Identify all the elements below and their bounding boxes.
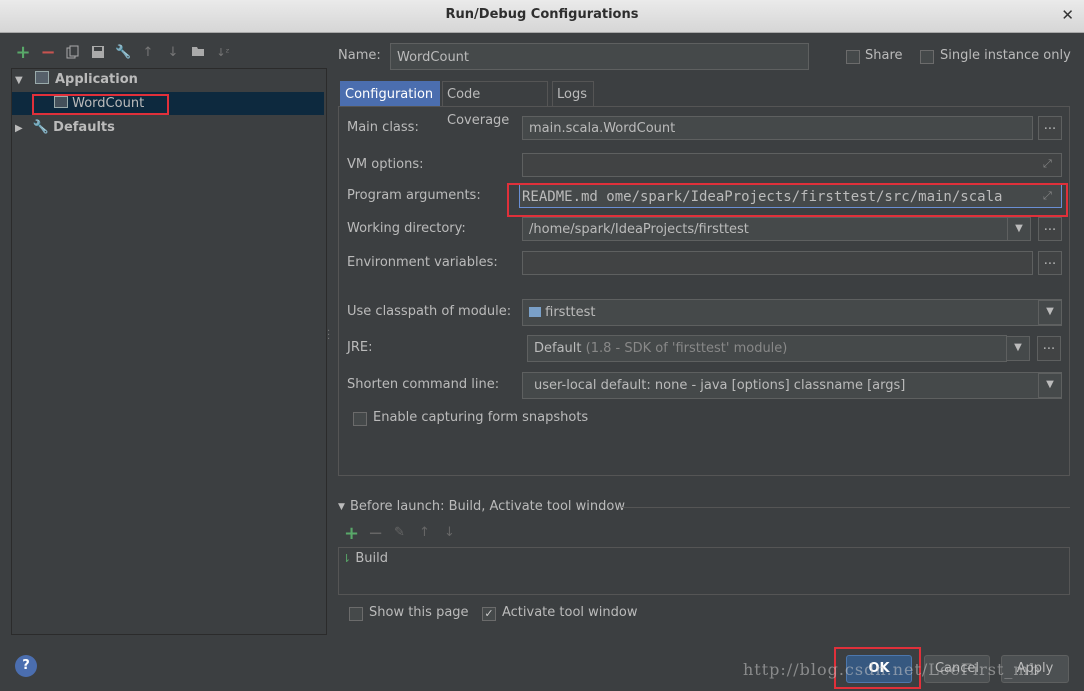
copy-icon[interactable] bbox=[65, 45, 81, 61]
working-directory-field[interactable]: /home/spark/IdeaProjects/firsttest bbox=[522, 217, 1009, 241]
remove-icon[interactable]: − bbox=[40, 44, 56, 62]
wrench-icon[interactable]: 🔧 bbox=[115, 45, 131, 61]
tree-item-defaults[interactable]: ▶ 🔧 Defaults bbox=[15, 117, 115, 139]
main-class-browse-button[interactable]: ... bbox=[1038, 116, 1062, 140]
environment-variables-label: Environment variables: bbox=[347, 255, 498, 270]
classpath-module-dropdown[interactable]: ▼ bbox=[1038, 300, 1062, 325]
configuration-tree[interactable] bbox=[11, 68, 327, 635]
before-launch-remove-icon[interactable]: − bbox=[368, 523, 383, 544]
arrow-up-icon[interactable]: ↑ bbox=[140, 45, 156, 61]
shorten-command-line-dropdown[interactable]: ▼ bbox=[1038, 373, 1062, 398]
working-directory-dropdown[interactable]: ▼ bbox=[1007, 217, 1031, 241]
before-launch-add-icon[interactable]: + bbox=[344, 523, 359, 544]
show-this-page-checkbox[interactable] bbox=[349, 607, 363, 621]
name-label: Name: bbox=[338, 48, 381, 63]
folder-icon[interactable] bbox=[190, 45, 206, 61]
shorten-command-line-select[interactable]: user-local default: none - java [options… bbox=[522, 372, 1062, 399]
single-instance-checkbox[interactable] bbox=[920, 50, 934, 64]
before-launch-down-icon[interactable]: ↓ bbox=[444, 525, 455, 540]
application-icon bbox=[34, 71, 49, 84]
window-title: Run/Debug Configurations bbox=[445, 7, 639, 22]
share-label: Share bbox=[865, 48, 903, 63]
program-arguments-label: Program arguments: bbox=[347, 188, 481, 203]
single-instance-label: Single instance only bbox=[940, 48, 1071, 63]
vm-options-field[interactable] bbox=[522, 153, 1062, 177]
title-bar: Run/Debug Configurations ✕ bbox=[0, 0, 1084, 33]
before-launch-up-icon[interactable]: ↑ bbox=[419, 525, 430, 540]
build-icon: ⇂ bbox=[342, 552, 352, 565]
environment-variables-browse-button[interactable]: ... bbox=[1038, 251, 1062, 275]
highlight-box-program-arguments bbox=[507, 183, 1068, 217]
working-directory-browse-button[interactable]: ... bbox=[1038, 217, 1062, 241]
add-icon[interactable]: + bbox=[15, 44, 31, 62]
before-launch-divider bbox=[622, 507, 1070, 508]
defaults-wrench-icon: 🔧 bbox=[32, 120, 50, 135]
splitter-handle[interactable]: · · · bbox=[327, 327, 330, 345]
working-directory-label: Working directory: bbox=[347, 221, 466, 236]
show-this-page-label: Show this page bbox=[369, 605, 469, 620]
module-folder-icon bbox=[529, 307, 541, 317]
watermark-text: http://blog.csdn.net/LeeFirst_mb bbox=[743, 660, 1041, 679]
before-launch-edit-icon[interactable]: ✎ bbox=[394, 525, 405, 540]
tab-code-coverage[interactable]: Code Coverage bbox=[442, 81, 548, 128]
main-class-field[interactable]: main.scala.WordCount bbox=[522, 116, 1033, 140]
vm-options-label: VM options: bbox=[347, 157, 424, 172]
arrow-down-icon[interactable]: ↓ bbox=[165, 45, 181, 61]
jre-dropdown[interactable]: ▼ bbox=[1006, 336, 1030, 361]
before-launch-title: Before launch: Build, Activate tool wind… bbox=[350, 499, 625, 514]
classpath-module-select[interactable]: firsttest bbox=[522, 299, 1062, 326]
environment-variables-field[interactable] bbox=[522, 251, 1033, 275]
activate-tool-window-checkbox[interactable]: ✓ bbox=[482, 607, 496, 621]
before-launch-item[interactable]: ⇂ Build bbox=[342, 551, 388, 566]
collapse-before-launch-icon[interactable]: ▼ bbox=[338, 502, 345, 512]
jre-label: JRE: bbox=[347, 340, 373, 355]
share-checkbox[interactable] bbox=[846, 50, 860, 64]
highlight-box-wordcount bbox=[32, 94, 169, 115]
activate-tool-window-label: Activate tool window bbox=[502, 605, 638, 620]
enable-snapshots-label: Enable capturing form snapshots bbox=[373, 410, 589, 425]
tab-logs[interactable]: Logs bbox=[552, 81, 594, 107]
enable-snapshots-checkbox[interactable] bbox=[353, 412, 367, 426]
close-icon[interactable]: ✕ bbox=[1061, 6, 1074, 24]
shorten-command-line-label: Shorten command line: bbox=[347, 377, 500, 392]
help-icon[interactable]: ? bbox=[15, 655, 37, 677]
save-icon[interactable] bbox=[90, 45, 106, 61]
classpath-module-label: Use classpath of module: bbox=[347, 304, 512, 319]
jre-browse-button[interactable]: ... bbox=[1037, 336, 1061, 361]
tab-configuration[interactable]: Configuration bbox=[340, 81, 440, 107]
sort-icon[interactable]: ↓ᶻ bbox=[215, 45, 231, 61]
expand-icon[interactable]: ⤢ bbox=[1043, 157, 1052, 171]
main-class-label: Main class: bbox=[347, 120, 419, 135]
name-field[interactable]: WordCount bbox=[390, 43, 809, 70]
jre-select[interactable]: Default (1.8 - SDK of 'firsttest' module… bbox=[527, 335, 1007, 362]
before-launch-list[interactable] bbox=[338, 547, 1070, 595]
tree-item-application[interactable]: ▼ Application bbox=[15, 69, 138, 91]
